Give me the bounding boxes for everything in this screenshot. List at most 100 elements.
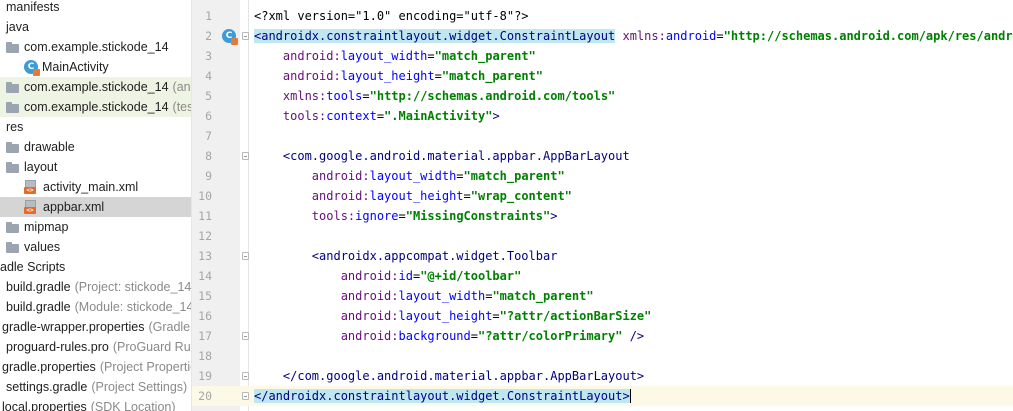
- fold-marker-icon[interactable]: [242, 372, 249, 380]
- code-token: layout_height: [340, 69, 435, 83]
- code-text: <com.google.android.material.appbar.AppB…: [254, 146, 630, 166]
- project-tree: manifests java com.example.stickode_14 Main…: [0, 0, 192, 411]
- code-line[interactable]: 15 android:layout_width="match_parent": [192, 286, 1013, 306]
- tree-item[interactable]: com.example.stickode_14(andr: [0, 77, 191, 97]
- tree-item[interactable]: res: [0, 117, 191, 137]
- code-line[interactable]: 14 android:id="@+id/toolbar": [192, 266, 1013, 286]
- tree-item[interactable]: drawable: [0, 137, 191, 157]
- tree-item[interactable]: com.example.stickode_14: [0, 37, 191, 57]
- tree-item[interactable]: adle Scripts: [0, 257, 191, 277]
- tree-item[interactable]: mipmap: [0, 217, 191, 237]
- code-line[interactable]: 18: [192, 346, 1013, 366]
- code-line[interactable]: 12: [192, 226, 1013, 246]
- line-number: 15: [198, 289, 212, 303]
- code-line[interactable]: 3 android:layout_width="match_parent": [192, 46, 1013, 66]
- tree-item[interactable]: local.properties (SDK Location): [0, 397, 191, 411]
- tree-item[interactable]: gradle-wrapper.properties(Gradle V: [0, 317, 191, 337]
- code-text: android:layout_height="match_parent": [254, 66, 543, 86]
- code-token: =: [470, 329, 478, 343]
- code-text: android:layout_width="match_parent": [254, 46, 536, 66]
- code-token: =: [716, 29, 724, 43]
- code-line[interactable]: 7: [192, 126, 1013, 146]
- code-line[interactable]: 11 tools:ignore="MissingConstraints">: [192, 206, 1013, 226]
- code-line[interactable]: 13 <androidx.appcompat.widget.Toolbar: [192, 246, 1013, 266]
- code-token: "wrap_content": [470, 189, 572, 203]
- tree-item[interactable]: java: [0, 17, 191, 37]
- tree-item-label: drawable: [24, 140, 75, 154]
- code-line[interactable]: 1 <?xml version="1.0" encoding="utf-8"?>: [192, 6, 1013, 26]
- fold-marker-icon[interactable]: [242, 252, 249, 260]
- related-activity-gutter-icon[interactable]: [222, 29, 238, 45]
- tree-item[interactable]: build.gradle (Project: stickode_14): [0, 277, 191, 297]
- code-token: background: [398, 329, 471, 343]
- code-text: android:layout_height="?attr/actionBarSi…: [254, 306, 652, 326]
- code-token: "?attr/actionBarSize": [499, 309, 652, 323]
- code-editor[interactable]: 1 <?xml version="1.0" encoding="utf-8"?> 2…: [192, 0, 1013, 411]
- tree-item[interactable]: <> activity_main.xml: [0, 177, 191, 197]
- tree-item[interactable]: settings.gradle (Project Settings): [0, 377, 191, 397]
- tree-item-hint: (Project Properties: [99, 360, 191, 374]
- code-line[interactable]: 20 </androidx.constraintlayout.widget.Con…: [192, 386, 1013, 406]
- code-text: tools:ignore="MissingConstraints">: [254, 206, 558, 226]
- tree-item[interactable]: MainActivity: [0, 57, 191, 77]
- tree-item[interactable]: com.example.stickode_14(test): [0, 97, 191, 117]
- fold-marker-icon[interactable]: [242, 32, 249, 40]
- code-line[interactable]: 5 xmlns:tools="http://schemas.android.co…: [192, 86, 1013, 106]
- code-line[interactable]: 19 </com.google.android.material.appbar.…: [192, 366, 1013, 386]
- code-text: tools:context=".MainActivity">: [254, 106, 500, 126]
- code-token: =: [492, 309, 500, 323]
- line-number: 18: [198, 349, 212, 363]
- code-line[interactable]: 8 <com.google.android.material.appbar.Ap…: [192, 146, 1013, 166]
- line-number: 3: [205, 49, 212, 63]
- tree-item-label: adle Scripts: [0, 260, 66, 274]
- code-token: <androidx.appcompat.widget.Toolbar: [311, 249, 558, 263]
- tree-item[interactable]: layout: [0, 157, 191, 177]
- tree-item[interactable]: proguard-rules.pro(ProGuard Rules: [0, 337, 191, 357]
- code-token: android:: [282, 69, 341, 83]
- tree-item-label: proguard-rules.pro: [6, 340, 109, 354]
- tree-item[interactable]: <> appbar.xml: [0, 197, 191, 217]
- code-line[interactable]: 9 android:layout_width="match_parent": [192, 166, 1013, 186]
- xml-file-icon: <>: [24, 179, 37, 195]
- code-token: =: [456, 169, 464, 183]
- code-token: layout_height: [369, 189, 464, 203]
- tree-item[interactable]: values: [0, 237, 191, 257]
- code-text: android:id="@+id/toolbar": [254, 266, 522, 286]
- line-number: 20: [198, 389, 212, 403]
- code-token: android:: [340, 309, 399, 323]
- code-token: >: [550, 209, 558, 223]
- code-token: "MissingConstraints": [405, 209, 551, 223]
- code-line[interactable]: 4 android:layout_height="match_parent": [192, 66, 1013, 86]
- fold-marker-icon[interactable]: [242, 392, 249, 400]
- line-number: 12: [198, 229, 212, 243]
- line-number: 4: [205, 69, 212, 83]
- folder-icon: [6, 41, 19, 53]
- line-number: 11: [198, 209, 212, 223]
- code-line[interactable]: 10 android:layout_height="wrap_content": [192, 186, 1013, 206]
- code-line[interactable]: 17 android:background="?attr/colorPrimar…: [192, 326, 1013, 346]
- code-token: "@+id/toolbar": [420, 269, 522, 283]
- code-token: />: [622, 329, 645, 343]
- tree-item-hint: (Project Settings): [91, 380, 188, 394]
- tree-item-label: java: [6, 20, 29, 34]
- code-token: </androidx.constraintlayout.widget.Const…: [254, 389, 630, 403]
- line-number: 5: [205, 89, 212, 103]
- code-line[interactable]: 16 android:layout_height="?attr/actionBa…: [192, 306, 1013, 326]
- tree-item[interactable]: build.gradle (Module: stickode_14.a: [0, 297, 191, 317]
- code-token: <androidx.constraintlayout.widget.Constr…: [254, 29, 616, 43]
- code-text: android:layout_width="match_parent": [254, 166, 565, 186]
- fold-marker-icon[interactable]: [242, 152, 249, 160]
- code-line[interactable]: 2 <androidx.constraintlayout.widget.Const…: [192, 26, 1013, 46]
- fold-marker-icon[interactable]: [242, 332, 249, 340]
- tree-item[interactable]: manifests: [0, 0, 191, 17]
- tree-item-label: com.example.stickode_14: [24, 40, 169, 54]
- code-text: </com.google.android.material.appbar.App…: [254, 366, 644, 386]
- code-line[interactable]: 6 tools:context=".MainActivity">: [192, 106, 1013, 126]
- tree-item[interactable]: gradle.properties(Project Properties: [0, 357, 191, 377]
- code-token: </com.google.android.material.appbar.App…: [282, 369, 645, 383]
